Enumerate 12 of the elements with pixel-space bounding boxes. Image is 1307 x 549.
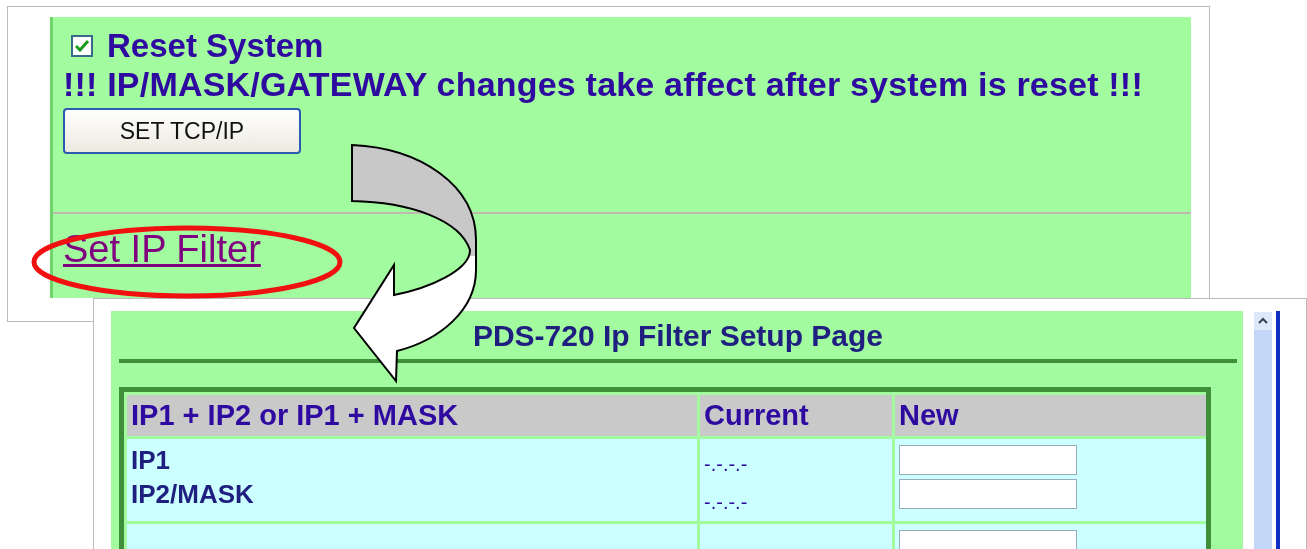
input-field[interactable] <box>899 479 1077 509</box>
checkbox-label: Reset System <box>107 27 324 65</box>
column-header: IP1 + IP2 or IP1 + MASK <box>127 395 697 436</box>
reset-checkbox[interactable] <box>71 35 93 57</box>
input-field[interactable] <box>899 445 1077 475</box>
checkmark-icon <box>75 40 89 52</box>
set-tcpip-button[interactable]: SET TCP/IP <box>63 108 301 154</box>
column-header: Current <box>700 395 892 436</box>
notice-text: !!! IP/MASK/GATEWAY changes take affect after system is reset !!! <box>63 65 1144 104</box>
column-header: New <box>895 395 1206 436</box>
table-cell: IP1 IP2/MASK <box>127 439 697 521</box>
table-cell: -.-.-.- -.-.-.- <box>700 439 892 521</box>
